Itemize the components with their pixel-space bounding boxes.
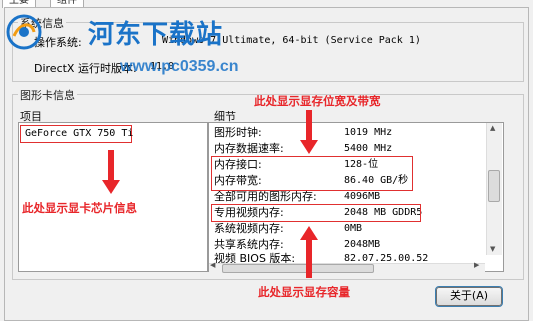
about-button[interactable]: 关于(A) bbox=[435, 286, 503, 307]
annotation-arrows bbox=[102, 110, 318, 278]
arrow-to-chip bbox=[102, 150, 120, 194]
arrow-to-capacity bbox=[300, 226, 318, 278]
arrow-to-bandwidth bbox=[300, 110, 318, 154]
